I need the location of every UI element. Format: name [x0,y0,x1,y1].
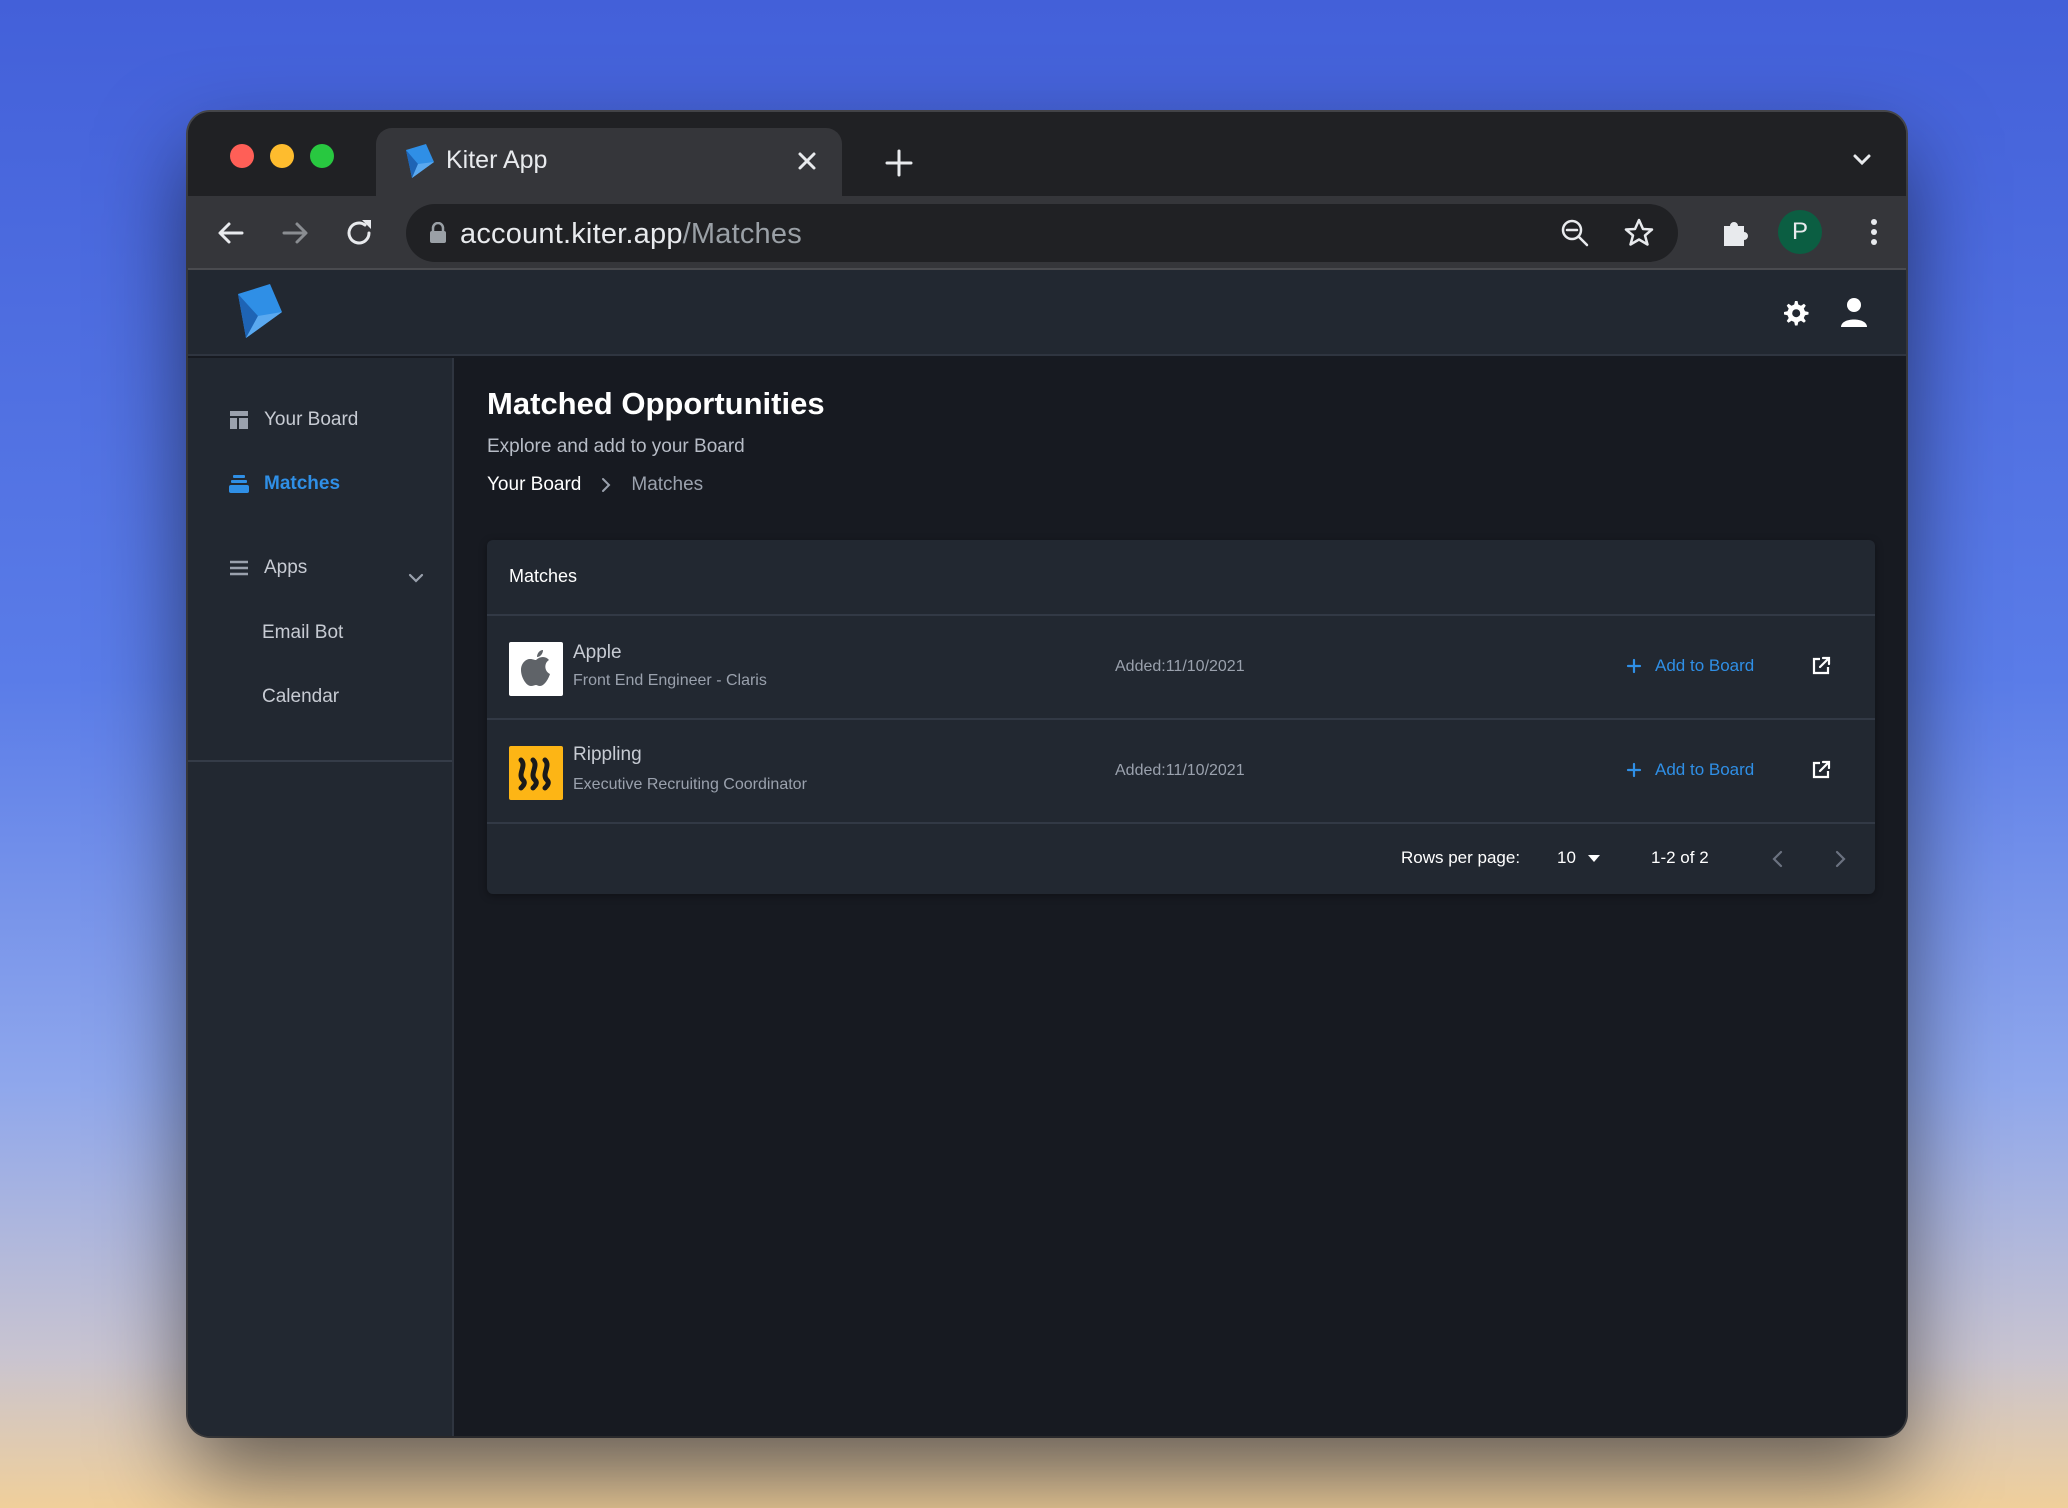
open-external-icon[interactable] [1809,758,1833,782]
reload-icon[interactable] [342,216,376,250]
sidebar-item-apps[interactable]: Apps [228,548,307,588]
page-title: Matched Opportunities [487,386,825,421]
table-title: Matches [509,566,578,586]
sidebar-subitem-email-bot[interactable]: Email Bot [262,622,343,644]
browser-window: Kiter App account.kiter.app/Matches P Yo… [188,112,1906,1436]
bookmark-star-icon[interactable] [1622,216,1656,250]
sidebar: Your Board Matches Apps Email Bot Calend… [188,358,454,1436]
apple-logo-icon [509,642,563,696]
profile-avatar[interactable]: P [1778,210,1822,254]
tab-title: Kiter App [446,146,548,174]
table-row: Rippling Executive Recruiting Coordinato… [487,720,1875,822]
close-tab-icon[interactable] [790,144,824,178]
address-bar[interactable]: account.kiter.app/Matches [406,204,1678,262]
sidebar-item-label: Apps [264,557,308,578]
app-header [188,270,1906,356]
company-name[interactable]: Rippling [573,744,642,766]
kebab-menu-icon[interactable] [1856,214,1892,250]
zoom-out-icon[interactable] [1558,216,1592,250]
kiter-app: Your Board Matches Apps Email Bot Calend… [188,270,1906,1436]
rows-per-page-label: Rows per page: [1401,848,1521,867]
breadcrumb: Your Board Matches [487,470,703,500]
forward-arrow-icon[interactable] [278,216,312,250]
sidebar-item-label: Your Board [264,409,359,430]
sidebar-subitem-calendar[interactable]: Calendar [262,686,339,708]
kiter-logo-icon[interactable] [236,284,282,338]
lock-icon [430,222,446,243]
maximize-window-button[interactable] [310,144,334,168]
divider [487,822,1875,824]
url-text: account.kiter.app/Matches [460,218,802,250]
position-title: Front End Engineer - Claris [573,672,767,689]
previous-page-icon[interactable] [1767,848,1789,870]
breadcrumb-matches: Matches [631,474,704,495]
sidebar-item-label: Matches [264,473,341,494]
add-to-board-button[interactable]: Add to Board [1625,646,1754,686]
extensions-puzzle-icon[interactable] [1718,214,1754,250]
dashboard-icon [230,411,248,429]
browser-tab[interactable]: Kiter App [376,128,842,196]
position-title: Executive Recruiting Coordinator [573,776,807,793]
kiter-favicon-icon [406,144,434,178]
rippling-logo-icon [509,746,563,800]
table-row: Apple Front End Engineer - Claris Added:… [487,616,1875,718]
caret-down-icon [1587,855,1600,862]
plus-icon [1626,658,1642,674]
new-tab-icon[interactable] [882,146,916,180]
page-range: 1-2 of 2 [1651,848,1709,867]
tab-search-chevron-icon[interactable] [1848,146,1876,174]
back-arrow-icon[interactable] [214,216,248,250]
list-icon [230,560,248,576]
minimize-window-button[interactable] [270,144,294,168]
added-date: Added:11/10/2021 [1115,762,1245,779]
breadcrumb-your-board[interactable]: Your Board [487,474,581,496]
chevron-down-icon[interactable] [406,568,426,588]
tab-strip: Kiter App [188,112,1906,196]
stack-icon [229,475,249,493]
add-to-board-button[interactable]: Add to Board [1625,750,1754,790]
sidebar-divider [188,760,452,762]
plus-icon [1626,762,1642,778]
open-external-icon[interactable] [1809,654,1833,678]
chevron-right-icon [602,478,611,492]
page-subtitle: Explore and add to your Board [487,436,745,457]
browser-toolbar: account.kiter.app/Matches P [188,196,1906,270]
rows-per-page-select[interactable]: 10 [1557,848,1602,868]
matches-table: Matches Apple Front End Engineer - Clari… [487,540,1875,894]
company-name[interactable]: Apple [573,642,622,664]
settings-gear-icon[interactable] [1780,298,1810,328]
user-account-icon[interactable] [1838,296,1870,328]
pagination: Rows per page: 10 1-2 of 2 [487,840,1875,876]
sidebar-item-matches[interactable]: Matches [228,464,340,504]
next-page-icon[interactable] [1829,848,1851,870]
sidebar-item-your-board[interactable]: Your Board [228,400,358,440]
close-window-button[interactable] [230,144,254,168]
added-date: Added:11/10/2021 [1115,658,1245,675]
